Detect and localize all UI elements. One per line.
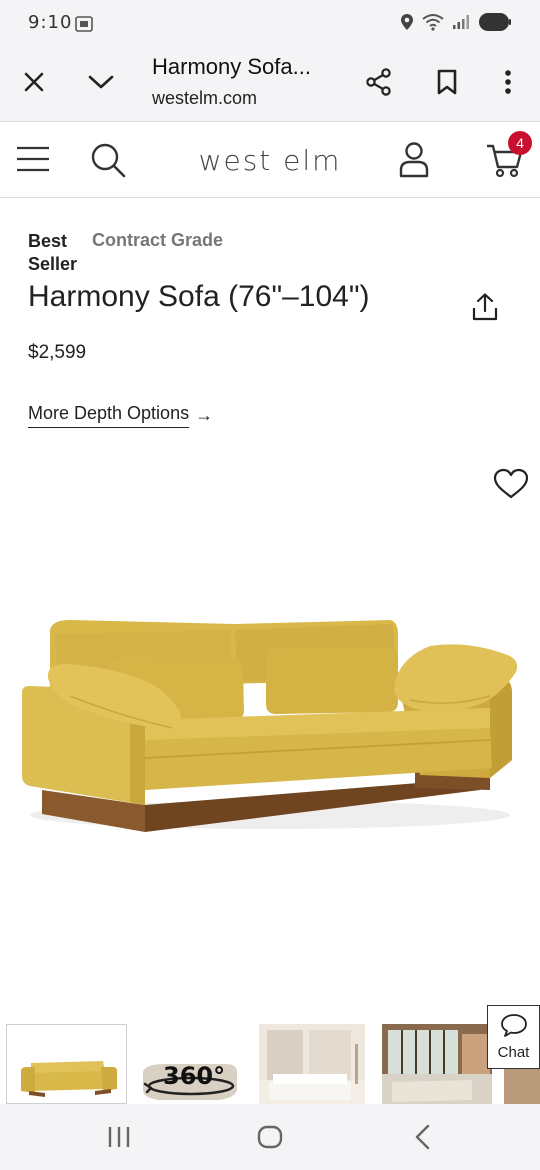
thumbnail-room-white[interactable] [259,1024,365,1104]
status-time: 9:10 [28,12,73,33]
best-seller-badge: Best Seller [28,231,78,274]
product-price: $2,599 [28,342,87,363]
badge-360-text: 360° [163,1062,225,1090]
thumbnail-strip: 360° [0,1024,540,1104]
chevron-down-icon[interactable] [86,68,116,96]
thumbnail-sofa-front[interactable] [6,1024,127,1104]
wifi-icon [422,13,444,36]
browser-toolbar: Harmony Sofa... westelm.com [0,48,540,122]
thumbnail-360-view[interactable]: 360° [135,1024,245,1104]
brand-logo[interactable]: west elm [0,144,540,177]
share-icon[interactable] [364,66,394,98]
chat-label: Chat [497,1044,530,1061]
more-depth-options-link[interactable]: More Depth Options → [28,403,213,428]
home-icon[interactable] [256,1122,284,1152]
screenshot-icon [74,14,94,39]
page-url: westelm.com [152,88,258,108]
page-title: Harmony Sofa... [152,54,311,79]
location-icon [400,13,414,36]
account-icon[interactable] [396,140,432,180]
battery-icon [478,12,512,37]
product-title: Harmony Sofa (76"–104") [28,280,370,313]
contract-grade-badge: Contract Grade [92,230,224,250]
status-bar: 9:10 [0,0,540,48]
back-icon[interactable] [410,1122,434,1152]
more-vert-icon[interactable] [498,66,518,98]
site-header: west elm [0,122,540,198]
chat-bubble-icon [500,1013,528,1042]
close-icon[interactable] [20,68,48,96]
recents-icon[interactable] [106,1122,132,1152]
status-icons [400,12,512,37]
favorite-heart-icon[interactable] [493,468,529,505]
signal-icon [452,14,470,35]
share-product-icon[interactable] [470,292,500,327]
thumbnail-room-window[interactable] [382,1024,492,1104]
more-depth-options-label: More Depth Options [28,403,190,428]
arrow-right-icon: → [195,405,214,425]
product-hero-image[interactable] [0,600,540,850]
cart-count-badge: 4 [508,131,532,155]
bookmark-icon[interactable] [434,66,460,98]
chat-button[interactable]: Chat [487,1005,540,1069]
system-nav-bar [0,1104,540,1170]
